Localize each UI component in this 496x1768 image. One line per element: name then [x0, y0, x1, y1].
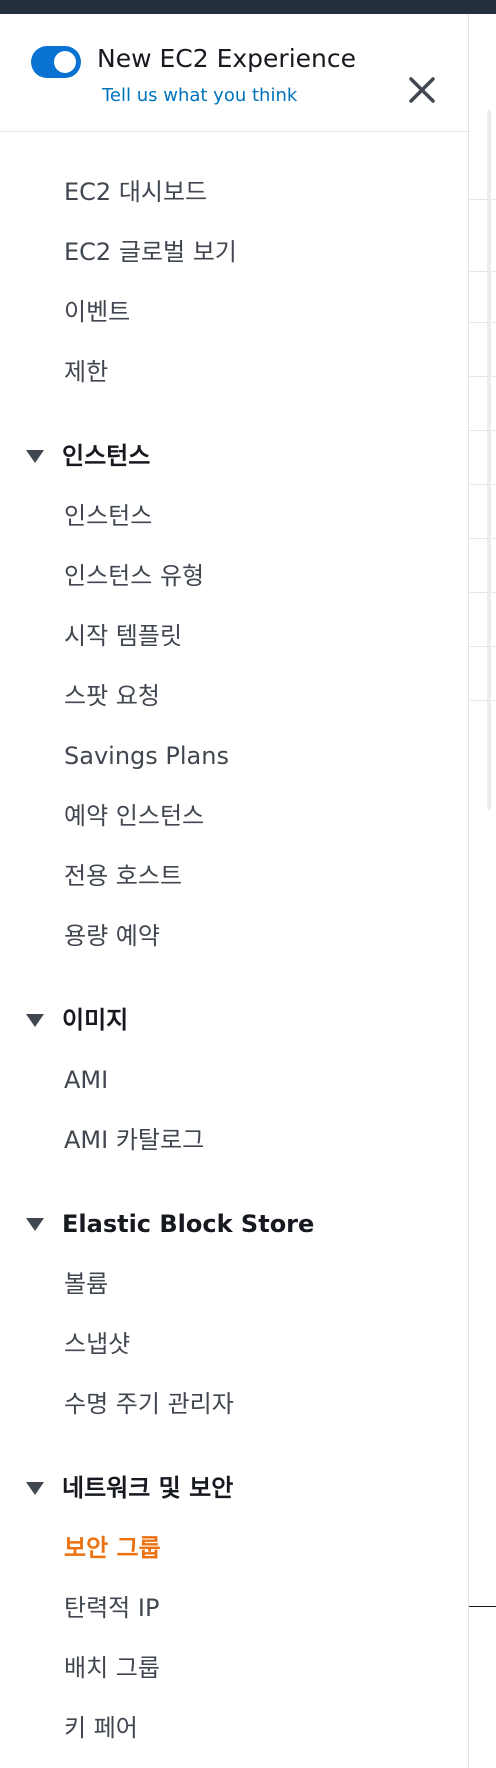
toggle-knob	[54, 51, 76, 73]
nav-item[interactable]: 배치 그룹	[64, 1653, 160, 1683]
caret-down-icon	[26, 449, 44, 463]
nav-section-header[interactable]: 인스턴스	[26, 441, 150, 471]
table-row-divider	[469, 538, 496, 539]
nav-item[interactable]: 수명 주기 관리자	[64, 1389, 234, 1419]
table-row-divider	[469, 484, 496, 485]
nav-item[interactable]: AMI	[64, 1065, 108, 1095]
nav-item[interactable]: 키 페어	[64, 1713, 138, 1743]
new-experience-title: New EC2 Experience	[97, 44, 356, 73]
nav-item[interactable]: 전용 호스트	[64, 861, 182, 891]
ec2-navigation-sidebar: New EC2 Experience Tell us what you thin…	[0, 14, 469, 1768]
nav-item[interactable]: 시작 템플릿	[64, 621, 182, 651]
nav-item[interactable]: 제한	[64, 357, 108, 387]
table-row-divider	[469, 199, 496, 200]
table-row-divider	[469, 322, 496, 323]
nav-item[interactable]: EC2 대시보드	[64, 177, 207, 207]
table-row-divider	[469, 646, 496, 647]
nav-item[interactable]: 보안 그룹	[64, 1533, 161, 1563]
nav-item[interactable]: 인스턴스 유형	[64, 561, 204, 591]
nav-section-header[interactable]: 이미지	[26, 1005, 128, 1035]
nav-item[interactable]: 스팟 요청	[64, 681, 160, 711]
caret-down-icon	[26, 1013, 44, 1027]
panel-divider	[469, 1606, 496, 1607]
nav-item[interactable]: Savings Plans	[64, 741, 229, 771]
nav-item[interactable]: AMI 카탈로그	[64, 1125, 204, 1155]
nav-item[interactable]: 탄력적 IP	[64, 1593, 159, 1623]
nav-section-title: 네트워크 및 보안	[62, 1474, 234, 1502]
table-row-divider	[469, 271, 496, 272]
nav-item[interactable]: 볼륨	[64, 1269, 108, 1299]
nav-item[interactable]: EC2 글로벌 보기	[64, 237, 237, 267]
scrollbar[interactable]	[487, 110, 491, 810]
nav-item[interactable]: 인스턴스	[64, 501, 152, 531]
console-top-bar	[0, 0, 496, 14]
table-row-divider	[469, 592, 496, 593]
caret-down-icon	[26, 1481, 44, 1495]
table-row-divider	[469, 430, 496, 431]
nav-section-header[interactable]: 네트워크 및 보안	[26, 1473, 233, 1503]
caret-down-icon	[26, 1217, 44, 1231]
nav-section-title: Elastic Block Store	[62, 1210, 315, 1238]
nav-section-header[interactable]: Elastic Block Store	[26, 1209, 314, 1239]
new-experience-toggle[interactable]	[31, 46, 81, 78]
nav-section-title: 이미지	[62, 1006, 129, 1034]
nav-item[interactable]: 예약 인스턴스	[64, 801, 204, 831]
feedback-link[interactable]: Tell us what you think	[102, 85, 297, 106]
sidebar-header: New EC2 Experience Tell us what you thin…	[0, 14, 468, 132]
close-icon[interactable]	[402, 70, 442, 110]
table-row-divider	[469, 700, 496, 701]
nav-item[interactable]: 용량 예약	[64, 921, 160, 951]
nav-item[interactable]: 이벤트	[64, 297, 130, 327]
main-content-edge	[469, 14, 496, 1768]
nav-item[interactable]: 스냅샷	[64, 1329, 130, 1359]
table-row-divider	[469, 376, 496, 377]
nav-section-title: 인스턴스	[62, 442, 151, 470]
